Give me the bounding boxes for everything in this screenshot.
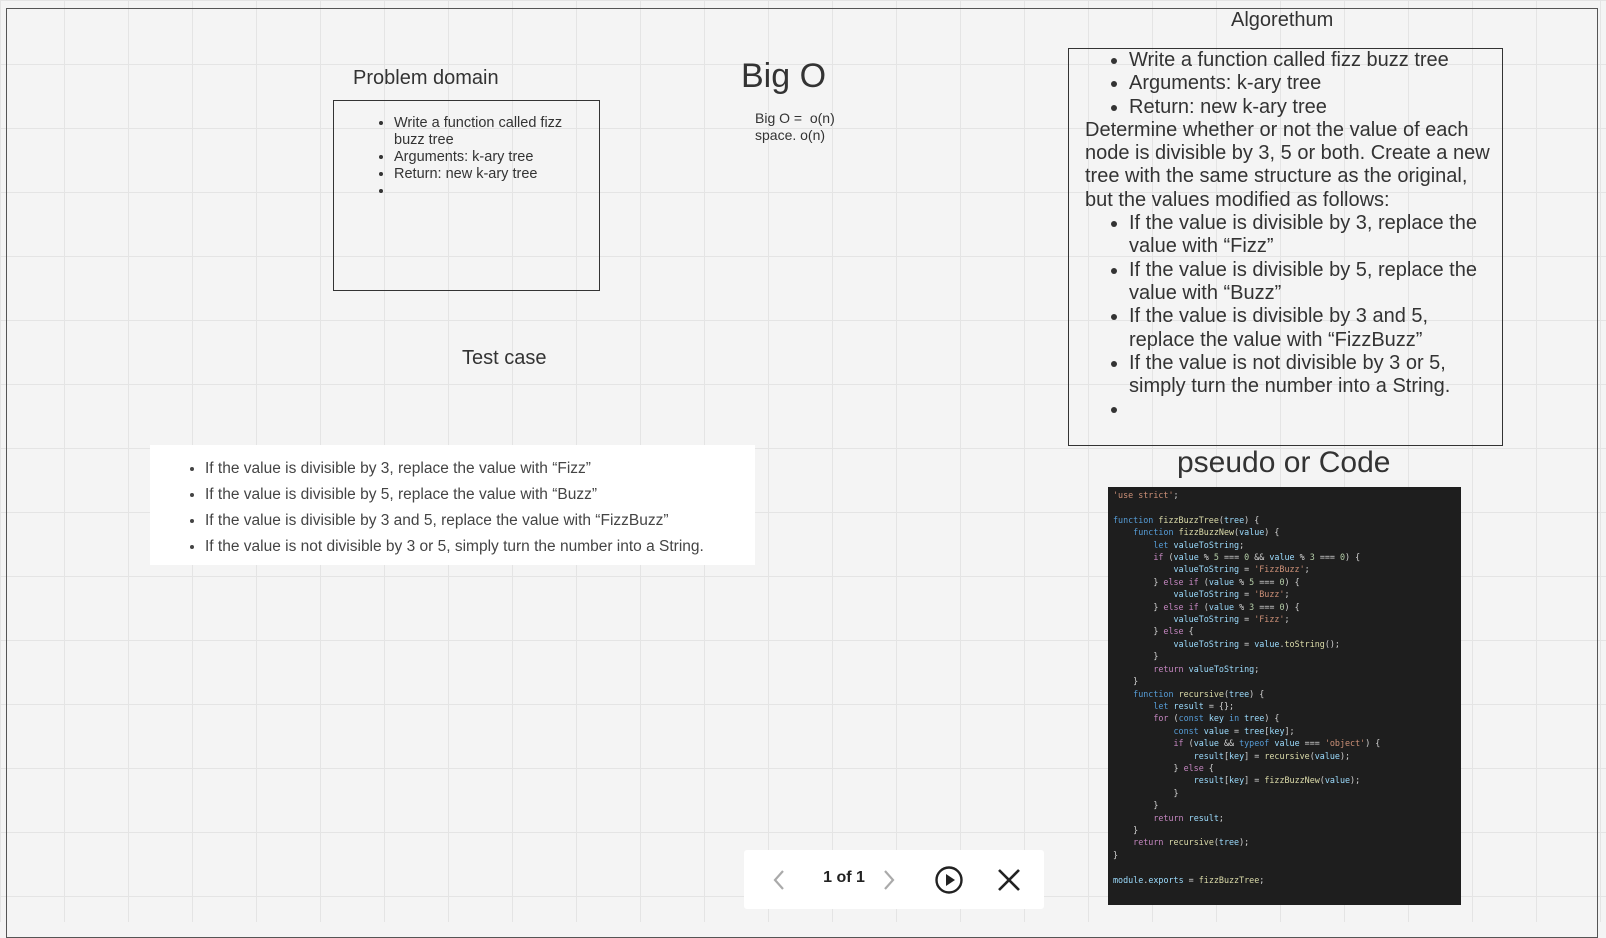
prev-button[interactable] <box>764 865 794 895</box>
close-button[interactable] <box>994 865 1024 895</box>
problem-domain-item <box>394 183 594 200</box>
algorithm-rule: If the value is divisible by 3 and 5, re… <box>1129 305 1495 352</box>
problem-domain-item: Arguments: k-ary tree <box>394 149 594 166</box>
problem-domain-title: Problem domain <box>353 67 499 89</box>
code-screenshot[interactable]: 'use strict'; function fizzBuzzTree(tree… <box>1108 487 1461 905</box>
test-case-card[interactable]: If the value is divisible by 3, replace … <box>150 445 755 565</box>
test-case-item: If the value is divisible by 3, replace … <box>205 456 704 482</box>
algorithm-item: Return: new k-ary tree <box>1129 96 1495 119</box>
algorithm-rules-list: If the value is divisible by 3, replace … <box>1085 212 1495 422</box>
algorithm-item: Arguments: k-ary tree <box>1129 72 1495 95</box>
algorithm-box[interactable]: Write a function called fizz buzz tree A… <box>1068 48 1503 446</box>
algorithm-rule: If the value is divisible by 5, replace … <box>1129 259 1495 306</box>
test-case-title: Test case <box>462 347 547 369</box>
test-case-item: If the value is not divisible by 3 or 5,… <box>205 534 704 560</box>
test-case-item: If the value is divisible by 3 and 5, re… <box>205 508 704 534</box>
problem-domain-item: Return: new k-ary tree <box>394 166 594 183</box>
chevron-right-icon <box>884 870 895 890</box>
big-o-title: Big O <box>741 57 827 95</box>
problem-domain-item: Write a function called fizz buzz tree <box>394 115 594 149</box>
algorithm-rule: If the value is not divisible by 3 or 5,… <box>1129 352 1495 399</box>
chevron-left-icon <box>773 870 784 890</box>
big-o-text[interactable]: Big O = o(n) space. o(n) <box>755 110 835 144</box>
test-case-list: If the value is divisible by 3, replace … <box>187 456 704 560</box>
problem-domain-box[interactable]: Write a function called fizz buzz tree A… <box>333 100 600 291</box>
algorithm-paragraph: Determine whether or not the value of ea… <box>1085 118 1490 211</box>
pseudo-code-title: pseudo or Code <box>1177 446 1391 479</box>
presentation-pager: 1 of 1 <box>744 850 1044 909</box>
problem-domain-list: Write a function called fizz buzz tree A… <box>376 115 594 200</box>
test-case-item: If the value is divisible by 5, replace … <box>205 482 704 508</box>
algorithm-rule: If the value is divisible by 3, replace … <box>1129 212 1495 259</box>
play-button[interactable] <box>934 865 964 895</box>
play-circle-icon <box>935 866 963 894</box>
algorithm-rule <box>1129 398 1495 421</box>
algorithm-item: Write a function called fizz buzz tree <box>1129 49 1495 72</box>
algorithm-title: Algorethum <box>1231 9 1334 31</box>
page-count: 1 of 1 <box>823 869 865 886</box>
next-button[interactable] <box>874 865 904 895</box>
algorithm-list: Write a function called fizz buzz tree A… <box>1085 49 1495 119</box>
close-icon <box>998 869 1020 891</box>
